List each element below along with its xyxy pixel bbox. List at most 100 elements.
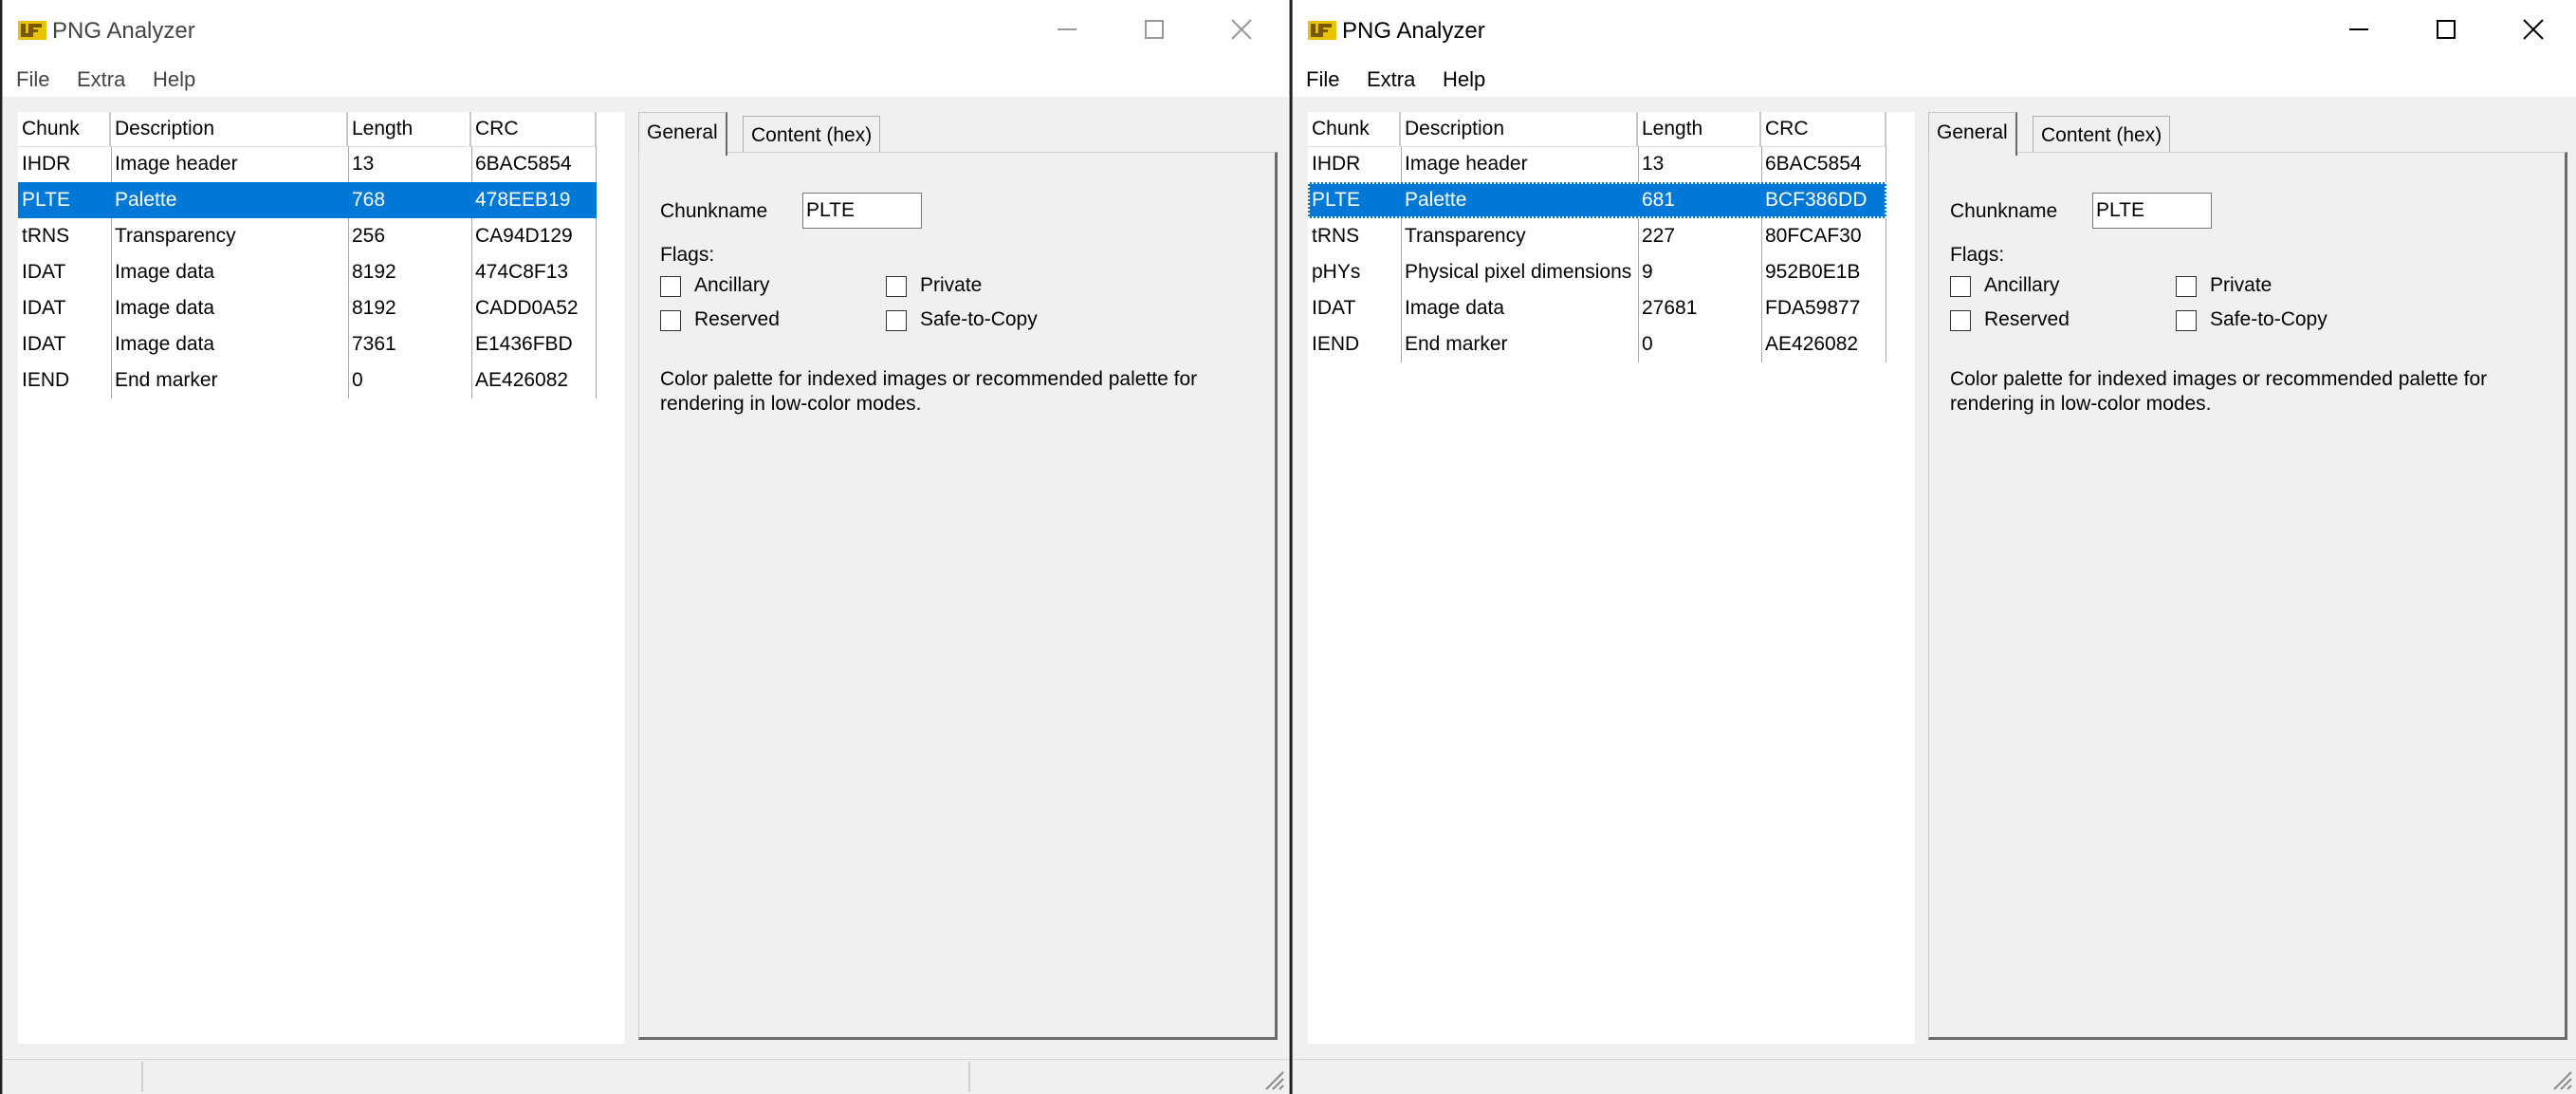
column-header-description[interactable]: Description: [1401, 112, 1638, 146]
app-logo-icon: [1308, 21, 1336, 40]
ancillary-checkbox[interactable]: [1950, 276, 1971, 297]
menu-help[interactable]: Help: [1443, 65, 1485, 94]
chunkname-label: Chunkname: [660, 200, 768, 222]
maximize-button[interactable]: [1111, 0, 1198, 59]
resize-grip-icon[interactable]: [2550, 1068, 2573, 1091]
close-button[interactable]: [1198, 0, 1285, 59]
reserved-checkbox[interactable]: [1950, 310, 1971, 331]
maximize-button[interactable]: [2402, 0, 2490, 59]
status-separator: [968, 1062, 970, 1092]
status-separator: [141, 1062, 143, 1092]
private-checkbox[interactable]: [2176, 276, 2197, 297]
status-bar: [3, 1059, 1289, 1094]
close-button[interactable]: [2490, 0, 2576, 59]
column-header-chunk[interactable]: Chunk: [18, 112, 111, 146]
chunk-list[interactable]: Chunk Description Length CRC IHDR Image …: [18, 112, 625, 1044]
cell-length: 681: [1642, 189, 1676, 211]
tab-general[interactable]: General: [1928, 112, 2017, 156]
tab-general[interactable]: General: [638, 112, 727, 156]
cell-length: 7361: [352, 333, 396, 355]
cell-description: Palette: [115, 189, 177, 211]
cell-crc: AE426082: [1765, 333, 1859, 355]
chunkname-field[interactable]: [802, 193, 922, 229]
table-row-selected[interactable]: PLTE Palette 681 BCF386DD: [1308, 182, 1886, 218]
general-tab-page: Chunkname Flags: Ancillary Private Reser…: [638, 152, 1278, 1040]
safe-to-copy-checkbox[interactable]: [2176, 310, 2197, 331]
table-row[interactable]: IHDR Image header 13 6BAC5854: [1308, 146, 1886, 182]
menu-extra[interactable]: Extra: [1367, 65, 1415, 94]
safe-to-copy-label: Safe-to-Copy: [920, 308, 1038, 330]
window-title: PNG Analyzer: [1342, 18, 1485, 44]
cell-crc: 6BAC5854: [475, 153, 572, 175]
chunk-rows: IHDR Image header 13 6BAC5854 PLTE Palet…: [18, 146, 597, 399]
png-analyzer-window-left: PNG Analyzer File Extra Help Chunk Descr…: [2, 0, 1290, 1094]
safe-to-copy-checkbox[interactable]: [886, 310, 907, 331]
chunk-description-text: Color palette for indexed images or reco…: [1950, 368, 2488, 415]
minimize-button[interactable]: [1023, 0, 1111, 59]
table-row[interactable]: IDAT Image data 7361 E1436FBD: [18, 326, 597, 362]
table-row-selected[interactable]: PLTE Palette 768 478EEB19: [18, 182, 597, 218]
minimize-button[interactable]: [2315, 0, 2402, 59]
menu-file[interactable]: File: [16, 65, 49, 94]
cell-description: End marker: [115, 369, 218, 391]
title-bar[interactable]: PNG Analyzer: [1293, 0, 2576, 63]
title-bar[interactable]: PNG Analyzer: [3, 0, 1289, 63]
cell-chunk: PLTE: [1312, 189, 1360, 211]
cell-crc: BCF386DD: [1765, 189, 1868, 211]
table-row[interactable]: IEND End marker 0 AE426082: [1308, 326, 1886, 362]
table-row[interactable]: pHYs Physical pixel dimensions 9 952B0E1…: [1308, 254, 1886, 290]
tab-content-hex[interactable]: Content (hex): [743, 116, 881, 154]
private-checkbox[interactable]: [886, 276, 907, 297]
column-header-crc[interactable]: CRC: [1761, 112, 1886, 146]
cell-chunk: tRNS: [22, 225, 70, 247]
cell-length: 9: [1642, 261, 1653, 283]
cell-description: End marker: [1405, 333, 1508, 355]
cell-chunk: IHDR: [22, 153, 71, 175]
cell-crc: AE426082: [475, 369, 569, 391]
table-row[interactable]: IDAT Image data 27681 FDA59877: [1308, 290, 1886, 326]
status-bar: [1293, 1059, 2576, 1094]
column-header-length[interactable]: Length: [1638, 112, 1761, 146]
reserved-checkbox[interactable]: [660, 310, 681, 331]
chunk-list-header: Chunk Description Length CRC: [18, 112, 597, 147]
cell-description: Transparency: [115, 225, 236, 247]
cell-description: Physical pixel dimensions: [1405, 261, 1632, 283]
menu-bar: File Extra Help: [3, 63, 1289, 97]
menu-extra[interactable]: Extra: [77, 65, 125, 94]
table-row[interactable]: IEND End marker 0 AE426082: [18, 362, 597, 399]
maximize-icon: [1145, 20, 1164, 39]
cell-length: 256: [352, 225, 386, 247]
ancillary-checkbox[interactable]: [660, 276, 681, 297]
cell-length: 0: [352, 369, 363, 391]
table-row[interactable]: tRNS Transparency 256 CA94D129: [18, 218, 597, 254]
menu-help[interactable]: Help: [153, 65, 195, 94]
minimize-icon: [1058, 28, 1076, 30]
cell-crc: 474C8F13: [475, 261, 569, 283]
flags-label: Flags:: [1950, 244, 2005, 266]
column-header-description[interactable]: Description: [111, 112, 348, 146]
table-row[interactable]: IHDR Image header 13 6BAC5854: [18, 146, 597, 182]
cell-crc: CADD0A52: [475, 297, 579, 319]
table-row[interactable]: IDAT Image data 8192 CADD0A52: [18, 290, 597, 326]
menu-file[interactable]: File: [1306, 65, 1339, 94]
reserved-label: Reserved: [694, 308, 780, 330]
cell-chunk: IDAT: [22, 333, 66, 355]
table-row[interactable]: IDAT Image data 8192 474C8F13: [18, 254, 597, 290]
ancillary-label: Ancillary: [694, 274, 770, 296]
tab-content-hex[interactable]: Content (hex): [2033, 116, 2171, 154]
cell-description: Image data: [1405, 297, 1505, 319]
chunk-list[interactable]: Chunk Description Length CRC IHDR Image …: [1308, 112, 1915, 1044]
column-header-length[interactable]: Length: [348, 112, 471, 146]
cell-description: Image data: [115, 261, 215, 283]
column-header-chunk[interactable]: Chunk: [1308, 112, 1401, 146]
cell-chunk: IEND: [1312, 333, 1360, 355]
table-row[interactable]: tRNS Transparency 227 80FCAF30: [1308, 218, 1886, 254]
column-header-crc[interactable]: CRC: [471, 112, 597, 146]
chunkname-field[interactable]: [2092, 193, 2212, 229]
cell-length: 27681: [1642, 297, 1698, 319]
resize-grip-icon[interactable]: [1262, 1068, 1285, 1091]
cell-crc: CA94D129: [475, 225, 573, 247]
cell-crc: 6BAC5854: [1765, 153, 1862, 175]
cell-chunk: PLTE: [22, 189, 70, 211]
cell-chunk: tRNS: [1312, 225, 1360, 247]
